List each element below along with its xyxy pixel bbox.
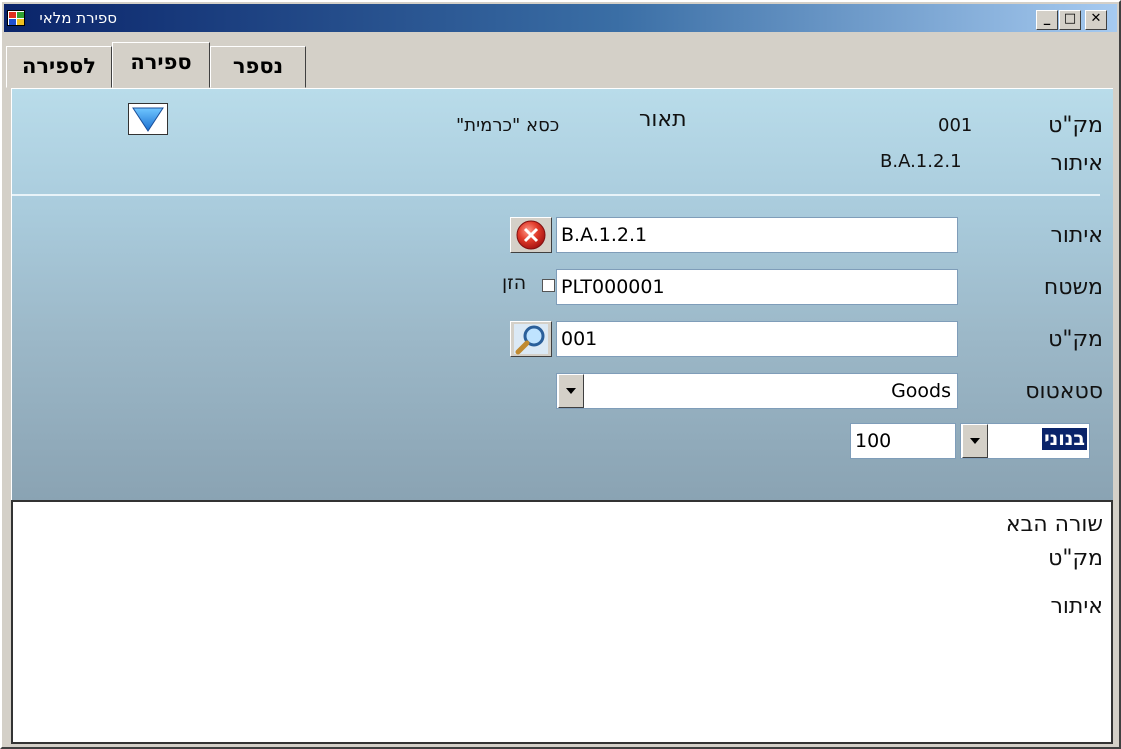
- clear-x-icon: [516, 220, 546, 250]
- header-description-label: תאור: [639, 107, 687, 132]
- title-bar[interactable]: ספירת מלאי _ □ ✕: [4, 4, 1117, 32]
- app-window: ספירת מלאי _ □ ✕ לספירה ספירה נספר מק"ט …: [0, 0, 1121, 749]
- sku-field[interactable]: 001: [556, 321, 958, 357]
- collapse-button[interactable]: [128, 103, 168, 135]
- status-label: סטאטוס: [1025, 379, 1103, 404]
- window-title: ספירת מלאי: [39, 9, 117, 27]
- tab-counted[interactable]: נספר: [210, 46, 306, 88]
- status-select[interactable]: Goods: [556, 373, 958, 409]
- grade-dropdown-button[interactable]: [962, 424, 988, 458]
- header-divider: [12, 194, 1100, 196]
- counting-panel: מק"ט 001 תאור "כסא "כרמית איתור B.A.1.2.…: [11, 88, 1113, 500]
- next-row-sku-label: מק"ט: [1048, 546, 1103, 571]
- minimize-button[interactable]: _: [1036, 10, 1058, 30]
- header-sku-value: 001: [938, 115, 973, 136]
- sku-label: מק"ט: [1048, 327, 1103, 352]
- header-location-label: איתור: [1050, 151, 1104, 176]
- pallet-label: משטח: [1043, 275, 1103, 300]
- feed-checkbox-label: הזן: [502, 272, 527, 294]
- header-description-value: "כסא "כרמית: [456, 115, 560, 136]
- tab-to-count[interactable]: לספירה: [6, 46, 112, 88]
- next-row-title: שורה הבא: [1005, 512, 1103, 537]
- magnifier-icon: [514, 324, 548, 355]
- feed-checkbox[interactable]: [542, 279, 555, 292]
- quantity-field[interactable]: 100: [850, 423, 956, 459]
- search-sku-button[interactable]: [510, 321, 552, 357]
- status-value: Goods: [891, 380, 951, 402]
- minimize-icon: _: [1043, 11, 1051, 26]
- status-dropdown-button[interactable]: [558, 374, 584, 408]
- grade-select[interactable]: בנוני: [960, 423, 1090, 459]
- location-field[interactable]: B.A.1.2.1: [556, 217, 958, 253]
- triangle-down-icon: [132, 107, 164, 132]
- close-icon: ✕: [1090, 11, 1102, 26]
- app-icon: [7, 10, 25, 26]
- location-label: איתור: [1050, 223, 1104, 248]
- pallet-field[interactable]: PLT000001: [556, 269, 958, 305]
- next-row-panel: שורה הבא מק"ט איתור: [11, 500, 1113, 744]
- clear-location-button[interactable]: [510, 217, 552, 253]
- header-sku-label: מק"ט: [1048, 113, 1103, 138]
- tab-counting[interactable]: ספירה: [112, 42, 210, 88]
- close-button[interactable]: ✕: [1085, 10, 1107, 30]
- next-row-location-label: איתור: [1050, 594, 1104, 619]
- maximize-icon: □: [1063, 11, 1077, 26]
- grade-value: בנוני: [1042, 428, 1087, 450]
- maximize-button[interactable]: □: [1059, 10, 1081, 30]
- header-location-value: B.A.1.2.1: [880, 151, 962, 172]
